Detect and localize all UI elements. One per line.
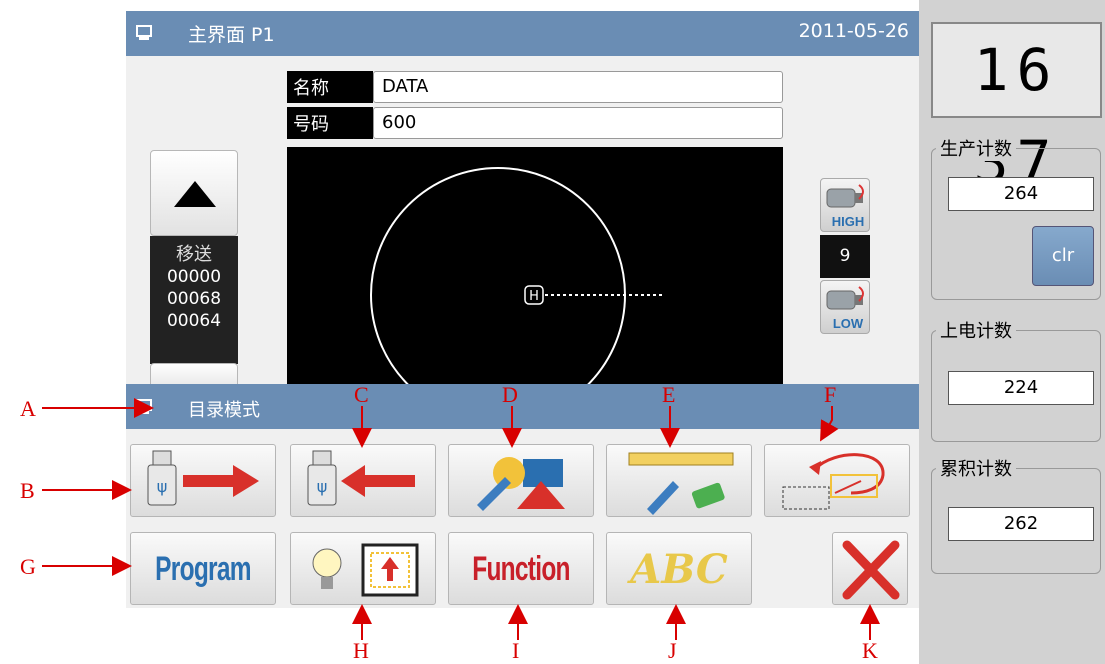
svg-text:ψ: ψ — [157, 477, 168, 496]
text-input-button[interactable]: ABC — [606, 532, 752, 605]
annotation-g: G — [20, 554, 36, 579]
power-on-count-group: 上电计数 224 — [931, 317, 1101, 442]
motor-low-icon: LOW — [826, 286, 864, 331]
bulb-upload-icon — [312, 543, 419, 597]
mode-title: 目录模式 — [188, 400, 260, 421]
feed-label: 移送 — [176, 244, 212, 265]
cumulative-count-label: 累积计数 — [936, 455, 1016, 481]
feed-value-3: 00064 — [166, 311, 222, 331]
move-pattern-button[interactable] — [764, 444, 910, 517]
date-display: 2011-05-26 — [798, 20, 909, 42]
screen-title: 主界面 P1 — [188, 24, 275, 46]
pattern-preview: H — [287, 147, 783, 387]
annotation-c: C — [354, 382, 369, 407]
home-marker-text: H — [529, 289, 539, 304]
feed-value-2: 00068 — [166, 289, 222, 309]
annotation-j: J — [668, 638, 677, 663]
production-count-value: 264 — [948, 177, 1094, 211]
program-button[interactable]: Program — [130, 532, 276, 605]
pattern-drawing: H — [370, 167, 662, 387]
cumulative-count-value: 262 — [948, 507, 1094, 541]
usb-import-icon: ψ — [307, 450, 415, 506]
mode-bar: 目录模式 — [126, 384, 919, 429]
clear-count-button[interactable]: clr — [1032, 226, 1094, 286]
annotation-f: F — [824, 382, 837, 407]
up-arrow-icon — [174, 181, 216, 207]
speed-low-label: LOW — [833, 316, 864, 331]
pattern-number-field[interactable]: 600 — [373, 107, 783, 139]
abc-label: ABC — [630, 546, 728, 593]
usb-export-icon: ψ — [147, 450, 259, 506]
title-bar: 主界面 P1 2011-05-26 — [126, 11, 919, 56]
power-on-count-value: 224 — [948, 371, 1094, 405]
annotation-h: H — [353, 638, 369, 663]
feed-display: 移送 00000 00068 00064 — [150, 236, 238, 364]
production-count-label: 生产计数 — [936, 135, 1016, 161]
close-button[interactable] — [832, 532, 908, 605]
function-button[interactable]: Function — [448, 532, 594, 605]
feed-value-1: 00000 — [166, 267, 222, 287]
speed-high-label: HIGH — [832, 214, 865, 229]
feed-up-button[interactable] — [150, 150, 238, 236]
counter-panel: 16 37 生产计数 264 clr 上电计数 224 累积计数 262 — [919, 0, 1105, 664]
function-label: Function — [472, 550, 570, 588]
edit-pattern-button[interactable] — [606, 444, 752, 517]
ruler-eraser-icon — [628, 452, 734, 515]
speed-value: 9 — [820, 235, 870, 278]
hint-upload-button[interactable] — [290, 532, 436, 605]
annotation-k: K — [862, 638, 878, 663]
program-label: Program — [155, 550, 251, 588]
move-rotate-icon — [782, 453, 885, 510]
annotation-d: D — [502, 382, 518, 407]
annotation-a: A — [20, 396, 36, 421]
usb-export-button[interactable]: ψ — [130, 444, 276, 517]
speed-high-button[interactable]: HIGH — [820, 178, 870, 232]
time-display: 16 37 — [931, 22, 1102, 196]
pattern-name-label: 名称 — [287, 71, 373, 103]
pattern-number-label: 号码 — [287, 107, 373, 139]
annotation-i: I — [512, 638, 520, 663]
annotation-e: E — [662, 382, 676, 407]
svg-text:ψ: ψ — [317, 477, 328, 496]
usb-import-button[interactable]: ψ — [290, 444, 436, 517]
motor-high-icon: HIGH — [826, 184, 865, 229]
monitor-icon — [136, 25, 152, 40]
circle-pattern — [370, 167, 626, 387]
close-icon — [842, 540, 900, 600]
cumulative-count-group: 累积计数 262 — [931, 455, 1101, 574]
pattern-name-field[interactable]: DATA — [373, 71, 783, 103]
draw-pattern-button[interactable] — [448, 444, 594, 517]
annotation-b: B — [20, 478, 35, 503]
shapes-pencil-icon — [477, 457, 565, 511]
power-on-count-label: 上电计数 — [936, 317, 1016, 343]
monitor-icon — [136, 399, 152, 414]
speed-low-button[interactable]: LOW — [820, 280, 870, 334]
